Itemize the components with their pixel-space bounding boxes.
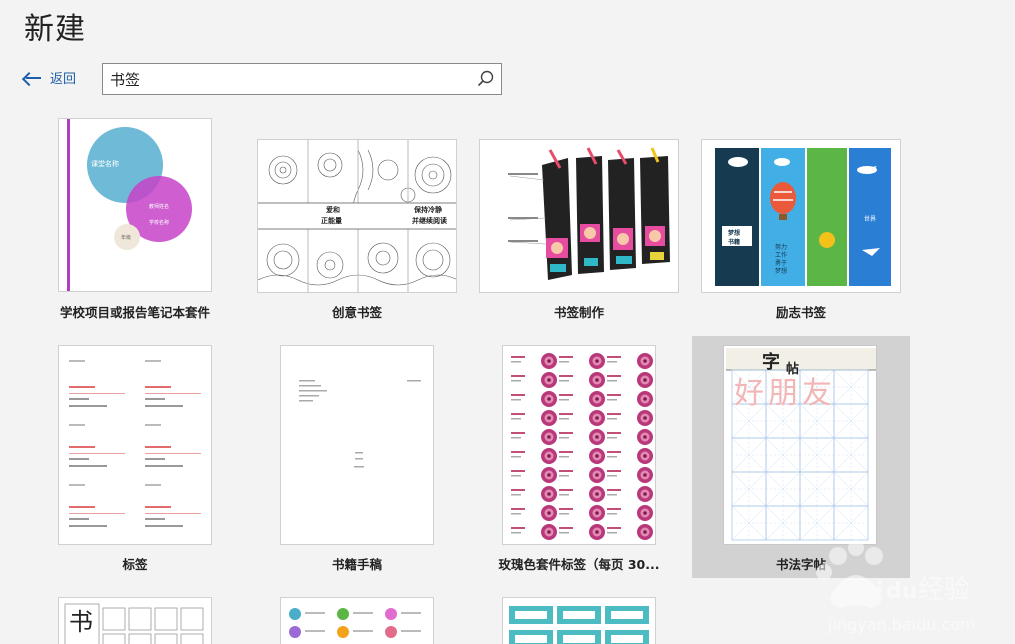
template-label: 书籍手稿 bbox=[331, 557, 382, 572]
back-arrow-icon bbox=[24, 71, 42, 85]
search-box[interactable] bbox=[102, 63, 502, 95]
template-thumbnail[interactable]: 梦想 书籍 努力 工作 勇于 梦想 世界 bbox=[701, 139, 901, 293]
page-title: 新建 bbox=[24, 12, 86, 47]
svg-text:du: du bbox=[886, 579, 917, 604]
template-thumbnail[interactable] bbox=[280, 345, 434, 545]
template-label: 玫瑰色套件标签（每页 30... bbox=[498, 557, 660, 572]
template-thumbnail[interactable] bbox=[58, 345, 212, 545]
calligraphy-char-peng: 朋 bbox=[768, 376, 798, 411]
inspire-books: 书籍 bbox=[728, 239, 741, 246]
template-thumbnail[interactable]: 爱和 正能量 保持冷静 并继续阅读 bbox=[257, 139, 457, 293]
label-sheet-graphic bbox=[69, 360, 201, 527]
template-label: 励志书签 bbox=[775, 305, 826, 320]
bookmark-text-read: 并继续阅读 bbox=[412, 217, 447, 225]
sheet-char-shu: 书 bbox=[69, 608, 93, 636]
notebook-course-name: 课堂名称 bbox=[91, 160, 119, 168]
template-thumbnail[interactable] bbox=[280, 597, 434, 644]
back-button[interactable]: 返回 bbox=[24, 68, 76, 87]
template-label: 创意书签 bbox=[331, 305, 382, 320]
photo-bookmarks-graphic bbox=[508, 147, 670, 280]
search-input[interactable] bbox=[103, 64, 471, 94]
notebook-grade: 年级 bbox=[121, 235, 132, 241]
inspire-dream: 梦想 bbox=[728, 230, 741, 237]
search-icon[interactable] bbox=[471, 64, 501, 94]
template-thumbnail[interactable]: 字 帖 好 朋 友 bbox=[723, 345, 877, 545]
svg-text:Bai: Bai bbox=[844, 579, 883, 604]
template-thumbnail[interactable] bbox=[502, 345, 656, 545]
template-label: 学校项目或报告笔记本套件 bbox=[59, 305, 210, 320]
manuscript-graphic bbox=[299, 380, 421, 468]
template-thumbnail[interactable]: 课堂名称 教师姓名 学校名称 年级 bbox=[58, 118, 212, 292]
back-label: 返回 bbox=[50, 72, 77, 87]
teal-label-graphic bbox=[509, 606, 649, 644]
template-label: 标签 bbox=[122, 557, 148, 572]
svg-text:经验: 经验 bbox=[918, 575, 970, 605]
template-thumbnail[interactable]: 书 bbox=[58, 597, 212, 644]
animal-label-graphic bbox=[289, 608, 421, 638]
notebook-school-name: 学校名称 bbox=[149, 220, 170, 226]
template-thumbnail[interactable] bbox=[479, 139, 679, 293]
rose-label-grid bbox=[511, 353, 653, 540]
bookmark-text-love: 爱和 bbox=[326, 206, 340, 214]
template-label: 书签制作 bbox=[553, 305, 604, 320]
svg-text:jingyan.baidu.com: jingyan.baidu.com bbox=[827, 615, 976, 634]
inspire-world: 世界 bbox=[864, 216, 877, 223]
calligraphy-char-hao: 好 bbox=[734, 376, 764, 411]
baidu-watermark: Bai du 经验 jingyan.baidu.com bbox=[800, 540, 1000, 640]
bookmark-text-energy: 正能量 bbox=[321, 217, 342, 225]
calligraphy-char-you: 友 bbox=[802, 376, 832, 411]
notebook-teacher-name: 教师姓名 bbox=[149, 204, 170, 210]
template-thumbnail[interactable] bbox=[502, 597, 656, 644]
inspire-dream2: 梦想 bbox=[775, 268, 788, 275]
bookmark-text-calm: 保持冷静 bbox=[414, 206, 442, 214]
circles-graphic bbox=[87, 127, 192, 250]
